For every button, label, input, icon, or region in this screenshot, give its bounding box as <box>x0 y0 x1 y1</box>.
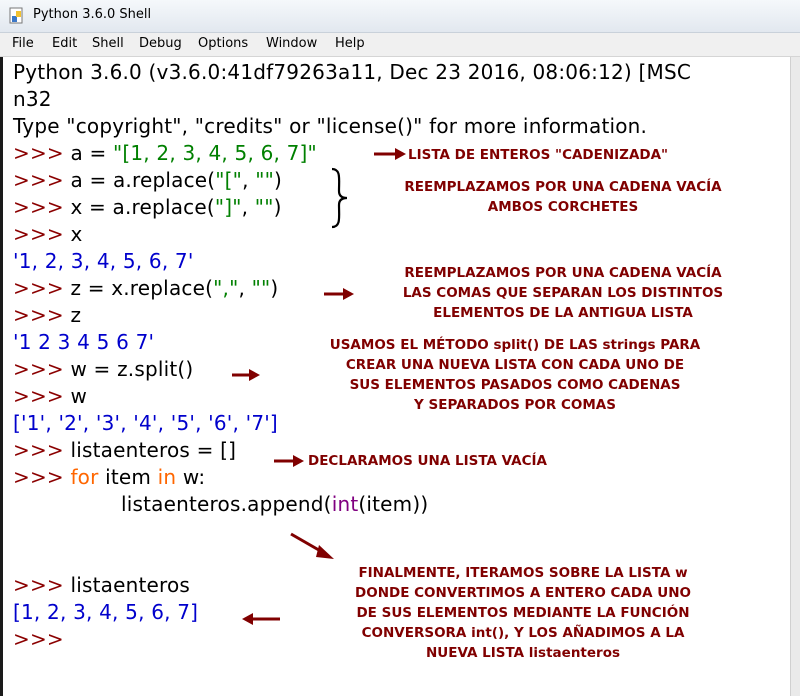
vertical-scrollbar[interactable] <box>790 57 800 696</box>
menu-options[interactable]: Options <box>198 36 248 51</box>
prompt: >>> <box>13 303 71 327</box>
prompt: >>> <box>13 438 71 462</box>
string-literal: "[1, 2, 3, 4, 5, 6, 7]" <box>112 141 317 165</box>
shell-line-17: listaenteros.append(int(item)) <box>121 492 428 516</box>
annotation-3: REEMPLAZAMOS POR UNA CADENA VACÍA LAS CO… <box>402 265 724 321</box>
curly-brace-icon <box>331 167 348 229</box>
menu-edit[interactable]: Edit <box>52 36 77 51</box>
shell-line-5: >>> a = a.replace("[", "") <box>13 168 282 192</box>
banner-line-1: Python 3.6.0 (v3.6.0:41df79263a11, Dec 2… <box>13 60 692 84</box>
code: listaenteros <box>70 573 191 597</box>
prompt: >>> <box>13 168 71 192</box>
annotation-4: USAMOS EL MÉTODO split() DE LAS strings … <box>329 337 701 413</box>
prompt: >>> <box>13 195 71 219</box>
code: ) <box>273 195 282 219</box>
code: w = z.split() <box>70 357 194 381</box>
string-literal: "" <box>251 276 271 300</box>
code: x <box>70 222 83 246</box>
string-literal: "" <box>254 195 274 219</box>
shell-line-13: >>> w <box>13 384 87 408</box>
shell-line-16: >>> for item in w: <box>13 465 205 489</box>
shell-text-area[interactable]: Python 3.6.0 (v3.6.0:41df79263a11, Dec 2… <box>0 57 793 696</box>
shell-line-7: >>> x <box>13 222 82 246</box>
code: (item)) <box>358 492 429 516</box>
code: a = a.replace( <box>70 168 216 192</box>
arrow-right-icon <box>232 369 260 381</box>
code: , <box>238 276 252 300</box>
code: w <box>70 384 87 408</box>
output-line-8: '1, 2, 3, 4, 5, 6, 7' <box>13 249 194 273</box>
prompt: >>> <box>13 357 71 381</box>
code: z <box>70 303 82 327</box>
prompt: >>> <box>13 573 71 597</box>
prompt: >>> <box>13 276 71 300</box>
menu-bar: File Edit Shell Debug Options Window Hel… <box>0 33 800 57</box>
shell-line-18: >>> listaenteros <box>13 573 190 597</box>
string-literal: "," <box>213 276 239 300</box>
menu-shell[interactable]: Shell <box>92 36 124 51</box>
arrow-right-icon <box>274 455 304 467</box>
shell-prompt-current[interactable]: >>> <box>13 627 64 651</box>
output-line-14: ['1', '2', '3', '4', '5', '6', '7'] <box>13 411 278 435</box>
menu-file[interactable]: File <box>12 36 34 51</box>
banner-line-2: n32 <box>13 87 52 111</box>
prompt: >>> <box>13 141 71 165</box>
prompt: >>> <box>13 465 71 489</box>
output-line-11: '1 2 3 4 5 6 7' <box>13 330 155 354</box>
annotation-1: LISTA DE ENTEROS "CADENIZADA" <box>408 147 669 163</box>
string-literal: "" <box>255 168 275 192</box>
keyword: for <box>70 465 99 489</box>
annotation-6: FINALMENTE, ITERAMOS SOBRE LA LISTA w DO… <box>355 565 691 661</box>
shell-line-10: >>> z <box>13 303 81 327</box>
code: ) <box>274 168 283 192</box>
prompt: >>> <box>13 384 71 408</box>
menu-window[interactable]: Window <box>266 36 317 51</box>
arrow-right-icon <box>374 148 406 160</box>
menu-help[interactable]: Help <box>335 36 365 51</box>
shell-line-4: >>> a = "[1, 2, 3, 4, 5, 6, 7]" <box>13 141 317 165</box>
output-line-19: [1, 2, 3, 4, 5, 6, 7] <box>13 600 199 624</box>
annotation-2: REEMPLAZAMOS POR UNA CADENA VACÍA AMBOS … <box>404 179 722 215</box>
banner-line-3: Type "copyright", "credits" or "license(… <box>13 114 648 138</box>
prompt: >>> <box>13 222 71 246</box>
code: x = a.replace( <box>70 195 215 219</box>
code: w: <box>176 465 206 489</box>
code: z = x.replace( <box>70 276 214 300</box>
shell-line-9: >>> z = x.replace(",", "") <box>13 276 278 300</box>
builtin: int <box>331 492 359 516</box>
code: item <box>98 465 158 489</box>
code: listaenteros.append( <box>121 492 332 516</box>
code: , <box>241 195 255 219</box>
arrow-left-icon <box>242 613 280 625</box>
keyword: in <box>157 465 177 489</box>
string-literal: "]" <box>214 195 242 219</box>
python-idle-icon <box>9 7 23 24</box>
code: , <box>242 168 256 192</box>
code: ) <box>270 276 279 300</box>
string-literal: "[" <box>215 168 243 192</box>
code: a = <box>70 141 113 165</box>
shell-line-15: >>> listaenteros = [] <box>13 438 236 462</box>
shell-line-12: >>> w = z.split() <box>13 357 193 381</box>
arrow-diagonal-icon <box>290 532 334 559</box>
code: listaenteros = [] <box>70 438 237 462</box>
title-bar: Python 3.6.0 Shell <box>0 0 800 33</box>
shell-line-6: >>> x = a.replace("]", "") <box>13 195 282 219</box>
menu-debug[interactable]: Debug <box>139 36 182 51</box>
arrow-right-icon <box>324 288 354 300</box>
window-title: Python 3.6.0 Shell <box>33 7 152 22</box>
annotation-5: DECLARAMOS UNA LISTA VACÍA <box>308 453 547 469</box>
